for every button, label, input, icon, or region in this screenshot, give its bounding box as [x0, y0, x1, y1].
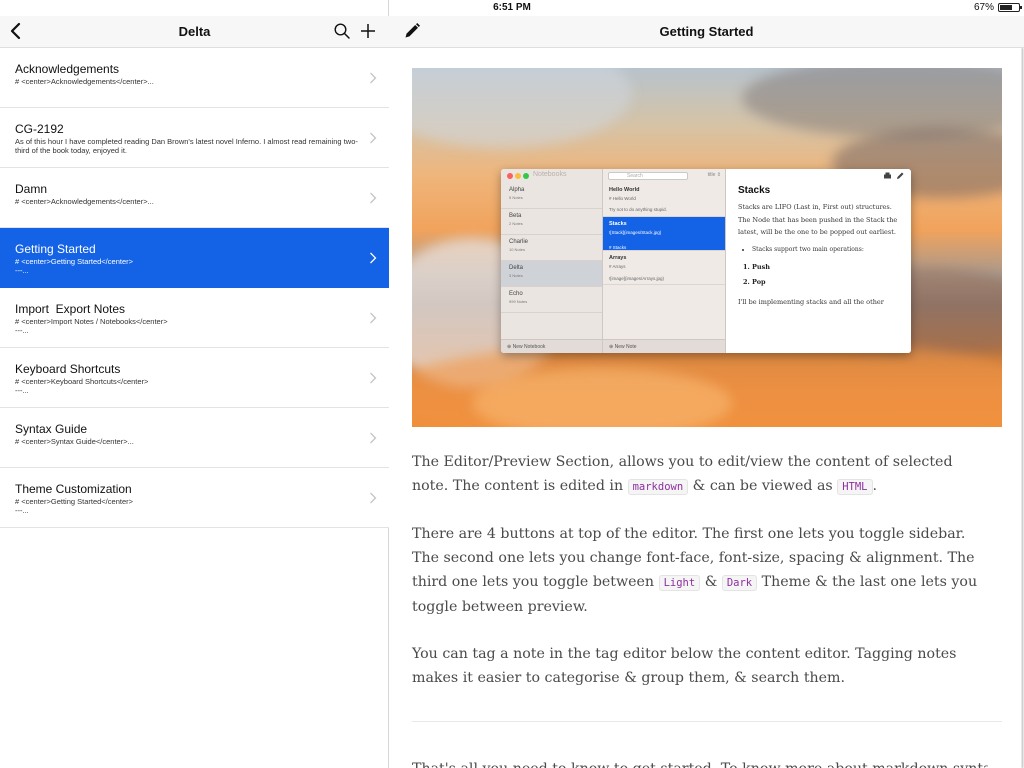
mock-notebook-count: 2 Notes: [509, 221, 523, 226]
main-navbar: Getting Started: [389, 16, 1024, 48]
paragraph-buttons: There are 4 buttons at top of the editor…: [412, 522, 988, 619]
sidebar-navbar: Delta: [0, 16, 389, 48]
mock-doc-op-pop: Pop: [752, 275, 899, 290]
article-body: The Editor/Preview Section, allows you t…: [412, 450, 988, 713]
mock-notebook-name: Echo: [509, 291, 523, 297]
note-title: CG-2192: [15, 122, 64, 136]
mock-notebook-count: 10 Notes: [509, 247, 526, 252]
mock-notebook-count: 3 Notes: [509, 273, 523, 278]
note-item-keyboard-shortcuts[interactable]: Keyboard Shortcuts # <center>Keyboard Sh…: [0, 348, 389, 408]
inline-code-html: HTML: [837, 479, 873, 495]
search-icon[interactable]: [333, 22, 351, 40]
inline-code-markdown: markdown: [627, 479, 689, 495]
note-preview: # <center>Acknowledgements</center>...: [15, 197, 154, 206]
note-item-damn[interactable]: Damn # <center>Acknowledgements</center>…: [0, 168, 389, 228]
mock-new-note: ⊕ New Note: [603, 339, 725, 353]
mock-notebook-count: 5 Notes: [509, 195, 523, 200]
preview-pane: Getting Started Notebooks Alpha 5 Notes B…: [389, 0, 1024, 768]
mock-doc-op-push: Push: [752, 260, 899, 275]
mock-note-title: Stacks: [609, 221, 627, 227]
note-title-heading: Getting Started: [659, 24, 754, 39]
text-run: .: [872, 478, 878, 494]
chevron-right-icon: [370, 372, 377, 384]
note-preview: # <center>Getting Started</center> ---..…: [15, 257, 133, 275]
chevron-right-icon: [370, 192, 377, 204]
paragraph-final: That's all you need to know to get start…: [412, 757, 988, 768]
mock-preview-column: Stacks Stacks are LIFO (Last in, First o…: [726, 169, 911, 353]
chevron-right-icon: [370, 132, 377, 144]
mock-note-preview: # Hello World: [609, 196, 636, 201]
note-preview: # <center>Getting Started</center> ---..…: [15, 497, 133, 515]
text-run: & can be viewed as: [688, 478, 838, 494]
mock-new-notebook-label: New Notebook: [512, 344, 546, 350]
mock-sort: title ⇕: [707, 172, 721, 178]
mock-notebook-name: Charlie: [509, 239, 529, 245]
mock-note-title: Hello World: [609, 187, 640, 193]
note-title: Getting Started: [15, 242, 96, 256]
mock-notebook-count: 999 Notes: [509, 299, 528, 304]
chevron-right-icon: [370, 432, 377, 444]
mock-note-extra: # Stacks: [609, 245, 627, 250]
text-run: &: [700, 574, 722, 590]
mock-doc-bullet: Stacks support two main operations:: [752, 244, 899, 256]
mock-new-notebook: ⊕ New Notebook: [501, 339, 602, 353]
mock-note-extra: ![image](images/Arrays.jpg): [609, 276, 665, 281]
note-title: Keyboard Shortcuts: [15, 362, 121, 376]
mock-doc-para: Stacks are LIFO (Last in, First out) str…: [738, 203, 898, 236]
mock-notebooks-column: Notebooks Alpha 5 Notes Beta 2 Notes Charl…: [501, 169, 603, 353]
note-title: Syntax Guide: [15, 422, 88, 436]
mock-app-name: Notebooks: [533, 171, 567, 178]
chevron-right-icon: [370, 492, 377, 504]
chevron-right-icon: [370, 312, 377, 324]
plus-icon[interactable]: [358, 21, 378, 41]
note-preview: # <center>Syntax Guide</center>...: [15, 437, 134, 446]
divider: [412, 721, 1002, 722]
mock-doc-heading: Stacks: [738, 185, 771, 196]
mock-note-extra: Try not to do anything stupid.: [609, 207, 667, 212]
mock-note-preview: # Arrays: [609, 264, 626, 269]
hero-image: Notebooks Alpha 5 Notes Beta 2 Notes Charl…: [412, 68, 1002, 427]
mock-notebook-name: Beta: [509, 213, 522, 219]
note-preview: # <center>Keyboard Shortcuts</center> --…: [15, 377, 149, 395]
paragraph-editor: The Editor/Preview Section, allows you t…: [412, 450, 988, 499]
mock-notebook-name: Alpha: [509, 187, 525, 193]
note-title: Acknowledgements: [15, 62, 120, 76]
note-preview: # <center>Acknowledgements</center>...: [15, 77, 154, 86]
note-title: Damn: [15, 182, 48, 196]
mock-search: Search: [608, 172, 688, 180]
paragraph-tags: You can tag a note in the tag editor bel…: [412, 646, 957, 686]
sidebar: Delta Acknowledgements # <center>Acknowl…: [0, 0, 389, 768]
note-item-getting-started[interactable]: Getting Started # <center>Getting Starte…: [0, 228, 389, 288]
note-preview: As of this hour I have completed reading…: [15, 137, 358, 155]
inline-code-dark: Dark: [721, 575, 758, 591]
note-title: Import Export Notes: [15, 302, 126, 316]
mock-doc-tail: I'll be implementing stacks and all the …: [738, 297, 884, 306]
note-item-syntax-guide[interactable]: Syntax Guide # <center>Syntax Guide</cen…: [0, 408, 389, 468]
chevron-right-icon: [370, 252, 377, 264]
mock-note-title: Arrays: [609, 255, 627, 261]
inline-code-light: Light: [658, 575, 701, 591]
note-list: Acknowledgements # <center>Acknowledgeme…: [0, 48, 389, 528]
mock-new-note-label: New Note: [614, 344, 637, 350]
app-screenshot: Notebooks Alpha 5 Notes Beta 2 Notes Charl…: [501, 169, 911, 353]
mock-notebook-name: Delta: [509, 265, 524, 271]
note-item-cg-2192[interactable]: CG-2192 As of this hour I have completed…: [0, 108, 389, 168]
note-preview: # <center>Import Notes / Notebooks</cent…: [15, 317, 168, 335]
sidebar-title: Delta: [178, 24, 211, 39]
mock-notes-column: Search title ⇕ Hello World # Hello World T…: [603, 169, 726, 353]
mock-sort-label: title: [707, 172, 716, 178]
note-title: Theme Customization: [15, 482, 132, 496]
mock-note-preview: ![Stack](images/Stack.jpg): [609, 230, 662, 235]
note-item-import-export-notes[interactable]: Import Export Notes # <center>Import Not…: [0, 288, 389, 348]
note-item-theme-customization[interactable]: Theme Customization # <center>Getting St…: [0, 468, 389, 528]
print-icon: [884, 172, 904, 179]
note-item-acknowledgements[interactable]: Acknowledgements # <center>Acknowledgeme…: [0, 48, 389, 108]
chevron-right-icon: [370, 72, 377, 84]
